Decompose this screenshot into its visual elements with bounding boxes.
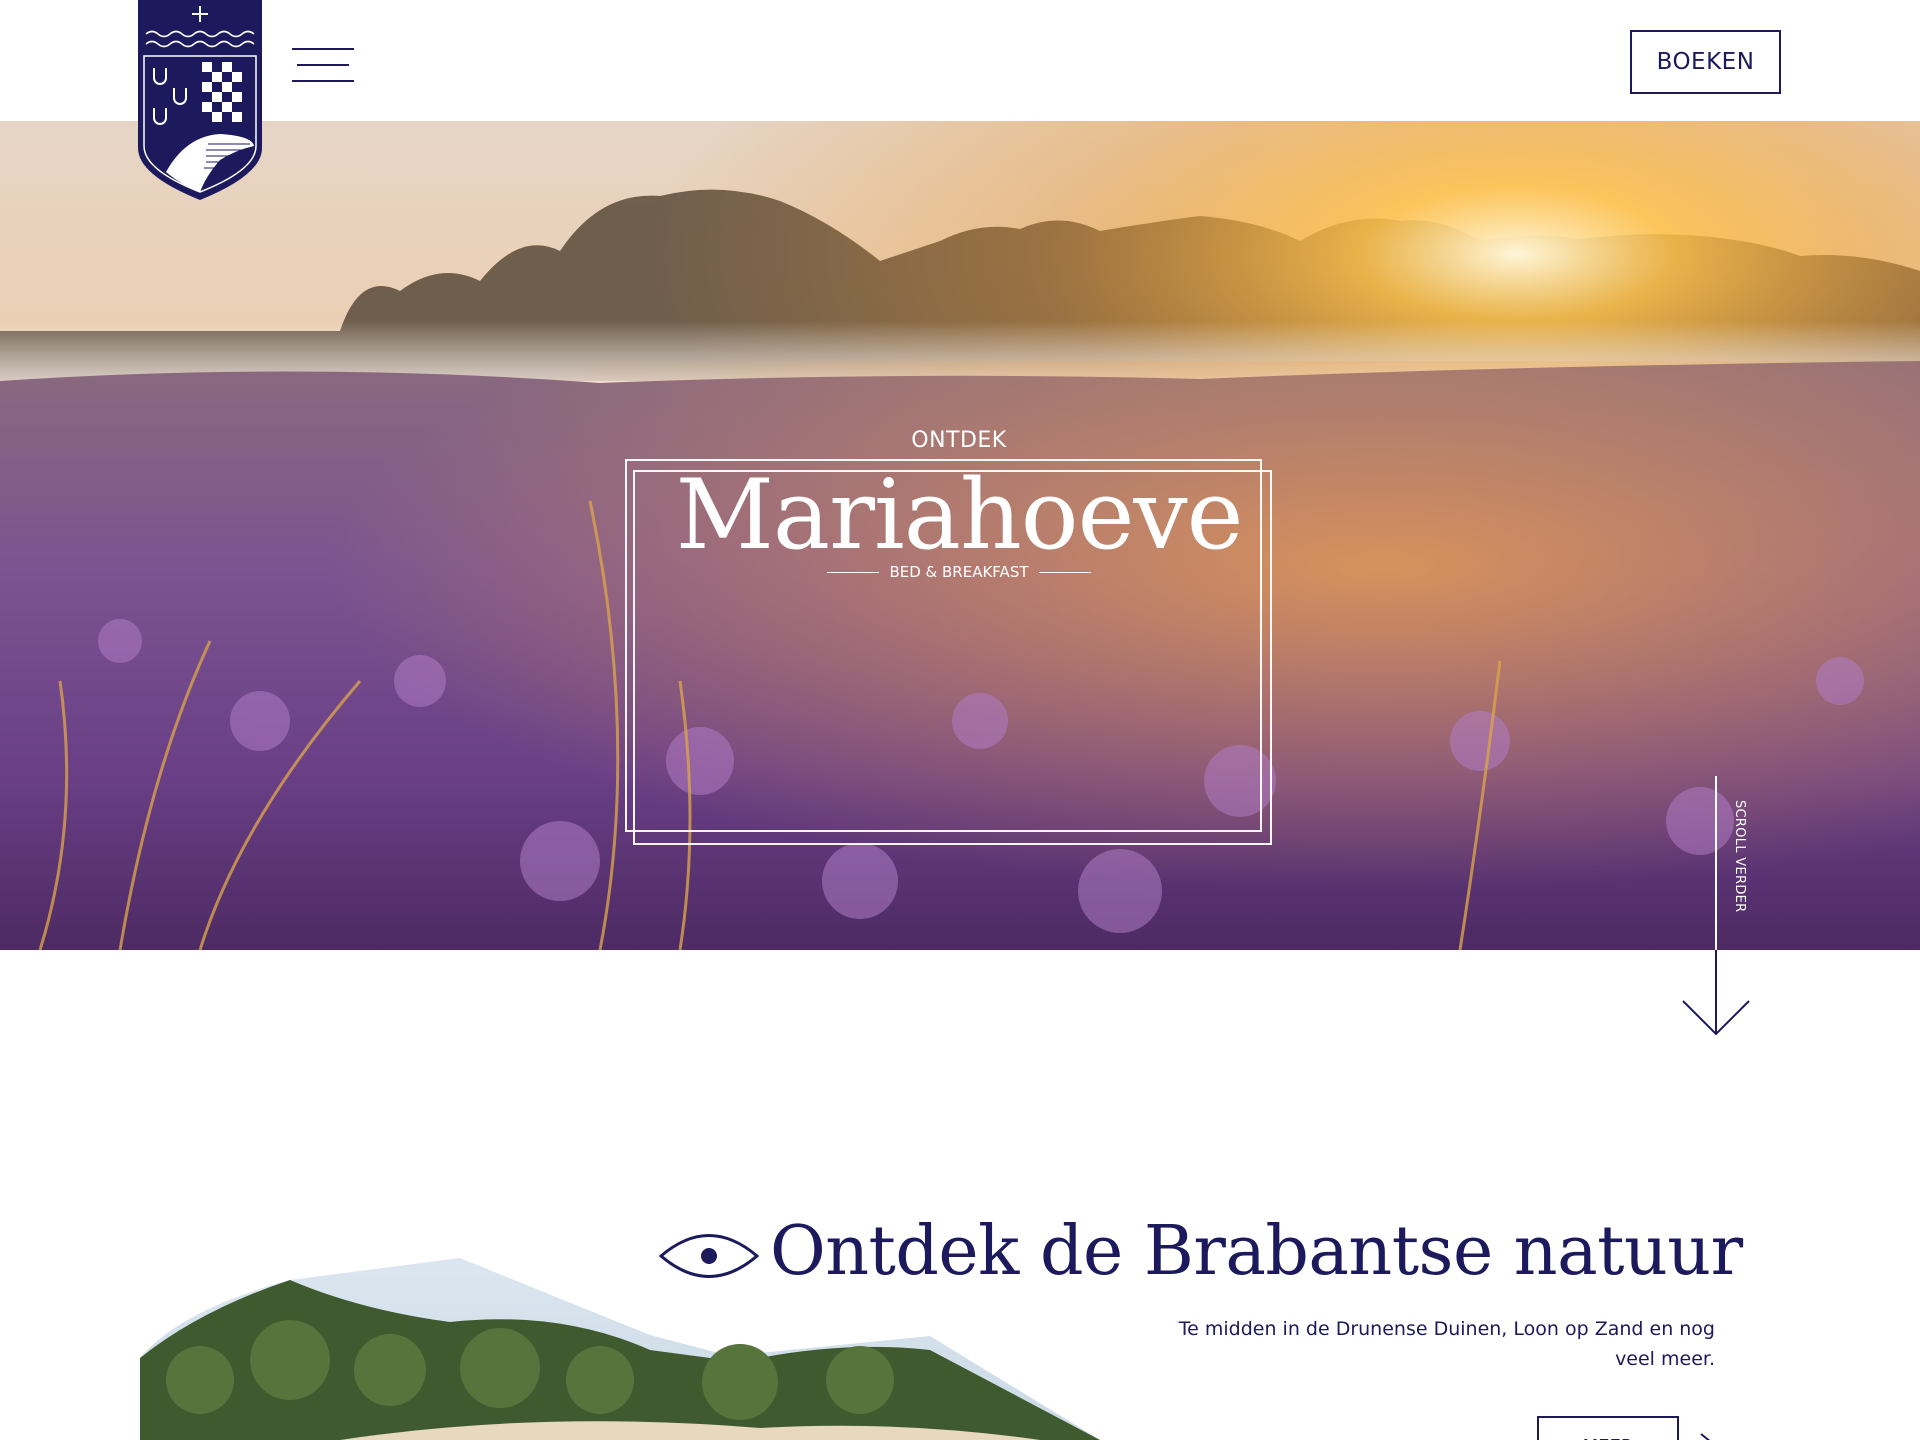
hero-section: ONTDEK Mariahoeve BED & BREAKFAST xyxy=(0,121,1920,950)
page: BOEKEN ONTDEK Mariahoeve BED & BREAKFAST… xyxy=(0,0,1920,1440)
dunes-forest-photo xyxy=(140,1258,1100,1440)
coat-of-arms-logo[interactable] xyxy=(136,0,264,202)
hamburger-icon[interactable] xyxy=(292,48,354,84)
hero-subtitle: BED & BREAKFAST xyxy=(625,563,1293,581)
chevron-right-icon[interactable] xyxy=(1697,1432,1717,1440)
subtitle-rule-left xyxy=(827,571,880,573)
section-text: Te midden in de Drunense Duinen, Loon op… xyxy=(1178,1318,1715,1370)
subtitle-rule-right xyxy=(1038,571,1091,573)
site-header: BOEKEN xyxy=(0,0,1920,121)
more-button[interactable]: MEER xyxy=(1537,1416,1679,1440)
hero-kicker: ONTDEK xyxy=(911,428,1007,453)
hero-title: Mariahoeve xyxy=(675,459,1244,571)
arrow-down-icon[interactable] xyxy=(1680,776,1752,1038)
hero-subtitle-text: BED & BREAKFAST xyxy=(889,563,1029,581)
book-button[interactable]: BOEKEN xyxy=(1630,30,1781,94)
